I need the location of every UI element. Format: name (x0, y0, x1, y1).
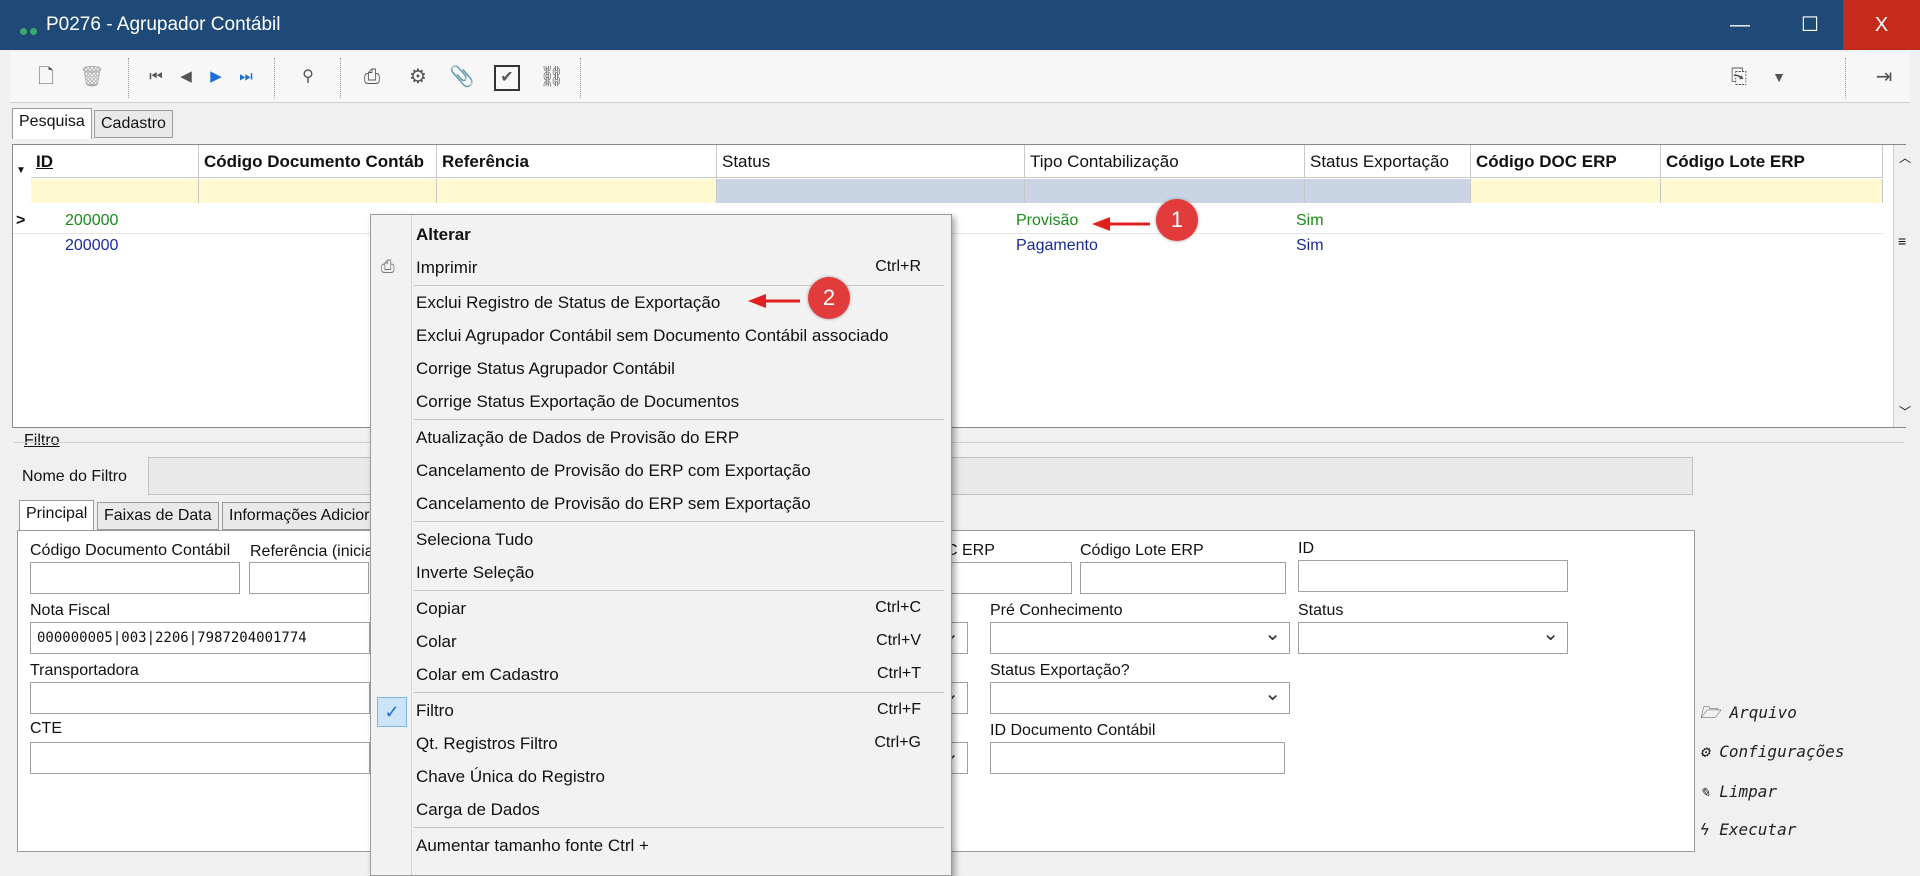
annotation-arrows (748, 217, 1150, 308)
annotation-badge-1: 1 (1156, 199, 1198, 241)
annotation-badge-2: 2 (808, 277, 850, 319)
